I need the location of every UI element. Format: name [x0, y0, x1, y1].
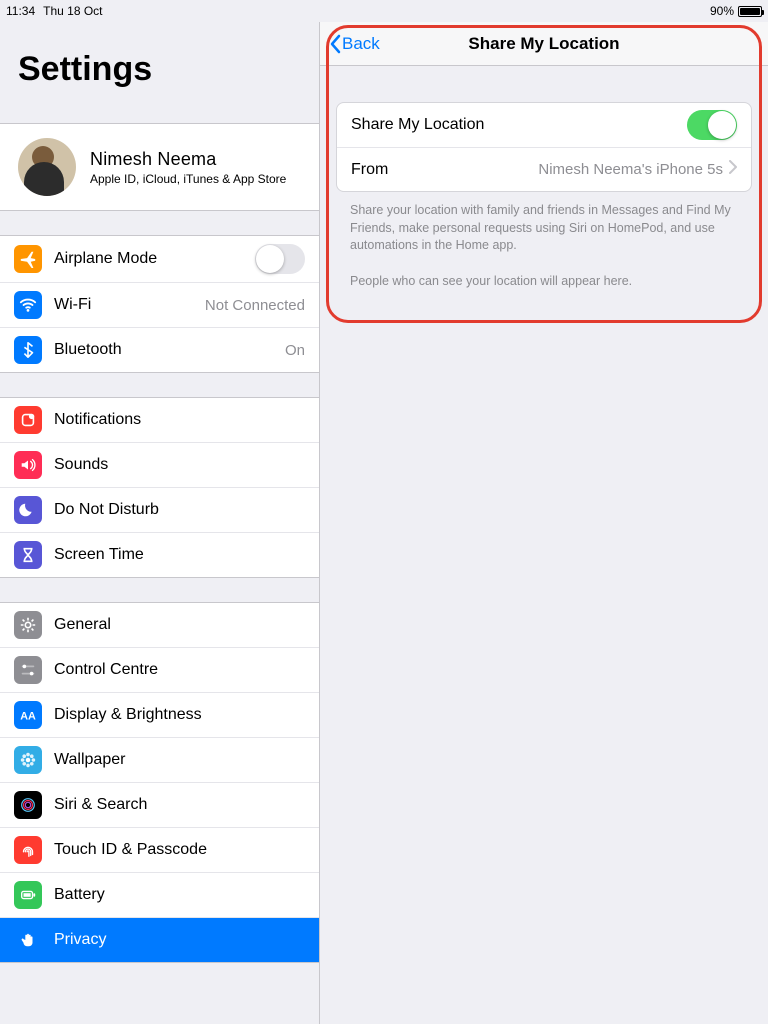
sidebar-item-screen-time[interactable]: Screen Time — [0, 532, 319, 577]
sidebar-item-label: Bluetooth — [54, 341, 273, 359]
sidebar-item-label: Display & Brightness — [54, 706, 305, 724]
sidebar-item-control-centre[interactable]: Control Centre — [0, 647, 319, 692]
detail-pane: Back Share My Location Share My Location… — [320, 22, 768, 1024]
share-location-toggle[interactable] — [687, 110, 737, 140]
sidebar-item-label: Siri & Search — [54, 796, 305, 814]
profile-row[interactable]: Nimesh Neema Apple ID, iCloud, iTunes & … — [0, 124, 319, 210]
sidebar-title: Settings — [0, 22, 319, 99]
footer-text-2: People who can see your location will ap… — [320, 255, 768, 291]
avatar — [18, 138, 76, 196]
sidebar-item-label: Sounds — [54, 456, 305, 474]
share-location-section: Share My Location From Nimesh Neema's iP… — [336, 102, 752, 192]
sidebar-item-display-brightness[interactable]: AA Display & Brightness — [0, 692, 319, 737]
sidebar-item-label: Battery — [54, 886, 305, 904]
settings-sidebar[interactable]: Settings Nimesh Neema Apple ID, iCloud, … — [0, 22, 320, 1024]
status-date: Thu 18 Oct — [43, 4, 102, 18]
moon-icon — [14, 496, 42, 524]
detail-title: Share My Location — [320, 34, 768, 54]
status-bar: 11:34 Thu 18 Oct 90% — [0, 0, 768, 22]
wifi-icon — [14, 291, 42, 319]
sidebar-item-label: General — [54, 616, 305, 634]
sidebar-item-label: Wallpaper — [54, 751, 305, 769]
chevron-left-icon — [328, 34, 342, 54]
gear-icon — [14, 611, 42, 639]
hourglass-icon — [14, 541, 42, 569]
general-section: General Control Centre AA Display & Brightn… — [0, 602, 319, 963]
sidebar-item-notifications[interactable]: Notifications — [0, 398, 319, 442]
battery-percent: 90% — [710, 4, 734, 18]
back-button[interactable]: Back — [328, 34, 380, 54]
sidebar-item-label: Privacy — [54, 931, 305, 949]
from-value: Nimesh Neema's iPhone 5s — [538, 161, 723, 178]
sidebar-item-label: Control Centre — [54, 661, 305, 679]
speaker-icon — [14, 451, 42, 479]
sidebar-item-label: Touch ID & Passcode — [54, 841, 305, 859]
profile-subtitle: Apple ID, iCloud, iTunes & App Store — [90, 172, 286, 186]
detail-navbar: Back Share My Location — [320, 22, 768, 66]
flower-icon — [14, 746, 42, 774]
siri-icon — [14, 791, 42, 819]
sidebar-item-general[interactable]: General — [0, 603, 319, 647]
sidebar-item-value: Not Connected — [205, 297, 305, 314]
profile-section: Nimesh Neema Apple ID, iCloud, iTunes & … — [0, 123, 319, 211]
chevron-right-icon — [729, 160, 737, 179]
sidebar-item-label: Wi-Fi — [54, 296, 193, 314]
sidebar-item-label: Do Not Disturb — [54, 501, 305, 519]
svg-text:AA: AA — [20, 711, 36, 723]
toggle[interactable] — [255, 244, 305, 274]
bell-icon — [14, 406, 42, 434]
profile-name: Nimesh Neema — [90, 149, 286, 170]
sidebar-item-privacy[interactable]: Privacy — [0, 917, 319, 962]
battery-icon — [14, 881, 42, 909]
status-time: 11:34 — [6, 4, 35, 18]
aa-icon: AA — [14, 701, 42, 729]
sidebar-item-touch-id-passcode[interactable]: Touch ID & Passcode — [0, 827, 319, 872]
share-location-label: Share My Location — [351, 116, 687, 134]
switches-icon — [14, 656, 42, 684]
airplane-icon — [14, 245, 42, 273]
sidebar-item-label: Notifications — [54, 411, 305, 429]
notifications-section: Notifications Sounds Do Not Disturb Screen … — [0, 397, 319, 578]
bluetooth-icon — [14, 336, 42, 364]
battery-icon — [738, 6, 762, 17]
fingerprint-icon — [14, 836, 42, 864]
from-row[interactable]: From Nimesh Neema's iPhone 5s — [337, 147, 751, 191]
sidebar-item-label: Airplane Mode — [54, 250, 243, 268]
sidebar-item-wi-fi[interactable]: Wi-Fi Not Connected — [0, 282, 319, 327]
sidebar-item-battery[interactable]: Battery — [0, 872, 319, 917]
from-label: From — [351, 161, 538, 179]
sidebar-item-value: On — [285, 342, 305, 359]
sidebar-item-bluetooth[interactable]: Bluetooth On — [0, 327, 319, 372]
sidebar-item-label: Screen Time — [54, 546, 305, 564]
sidebar-item-siri-search[interactable]: Siri & Search — [0, 782, 319, 827]
sidebar-item-airplane-mode[interactable]: Airplane Mode — [0, 236, 319, 282]
footer-text-1: Share your location with family and frie… — [320, 192, 768, 255]
sidebar-item-wallpaper[interactable]: Wallpaper — [0, 737, 319, 782]
sidebar-item-sounds[interactable]: Sounds — [0, 442, 319, 487]
sidebar-item-do-not-disturb[interactable]: Do Not Disturb — [0, 487, 319, 532]
connectivity-section: Airplane Mode Wi-Fi Not Connected Bluetooth… — [0, 235, 319, 373]
back-label: Back — [342, 34, 380, 54]
share-location-row[interactable]: Share My Location — [337, 103, 751, 147]
hand-icon — [14, 926, 42, 954]
